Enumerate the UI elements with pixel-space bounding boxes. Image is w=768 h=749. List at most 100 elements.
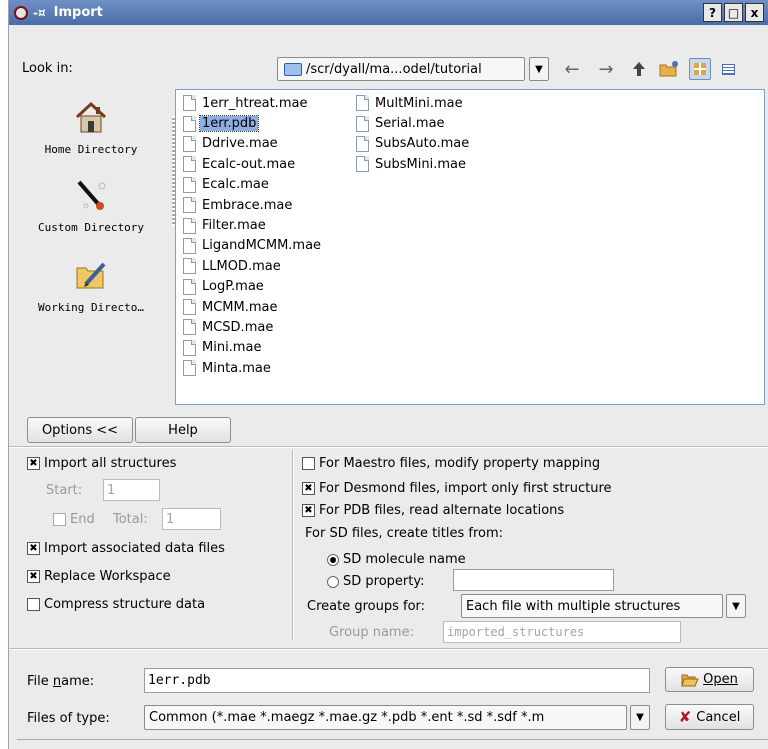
total-label: Total: [113,512,148,527]
file-item[interactable]: MCMM.mae [179,297,323,317]
file-name: MCSD.mae [202,319,274,335]
detail-view-button[interactable] [717,58,739,80]
back-icon[interactable]: ← [560,57,584,81]
file-item[interactable]: 1err.pdb [179,113,323,133]
create-groups-dropdown-button[interactable]: ▼ [726,594,746,618]
end-checkbox[interactable]: End [53,512,95,527]
folder-pen-icon [17,258,165,295]
checkbox-label: For Maestro files, modify property mappi… [319,456,601,471]
sidebar-item-label: Custom Directory [38,221,144,234]
file-item[interactable]: Ddrive.mae [179,134,323,154]
sd-titles-label: For SD files, create titles from: [305,526,504,541]
pdb-alternate-checkbox[interactable]: ✖ For PDB files, read alternate location… [302,503,564,518]
create-groups-combo[interactable]: Each file with multiple structures [461,594,723,618]
checkbox-label: Compress structure data [44,597,206,612]
forward-icon[interactable]: → [594,57,618,81]
create-groups-label: Create groups for: [307,599,426,614]
file-item[interactable]: MultMini.mae [352,93,471,113]
options-button[interactable]: Options << [27,417,133,443]
help-icon[interactable]: ? [703,3,722,22]
file-item[interactable]: LLMOD.mae [179,256,323,276]
divider [9,446,768,448]
sidebar-item-home[interactable]: Home Directory [17,100,165,156]
pin-icon[interactable]: -¤ [33,6,46,20]
checkbox-label: For PDB files, read alternate locations [319,503,565,518]
file-item[interactable]: MCSD.mae [179,317,323,337]
radio-label: SD property: [343,574,425,589]
file-item[interactable]: Filter.mae [179,215,323,235]
file-item[interactable]: Serial.mae [352,113,471,133]
replace-workspace-checkbox[interactable]: ✖ Replace Workspace [27,569,171,584]
import-all-checkbox[interactable]: ✖ Import all structures [27,456,176,471]
checkbox-box [53,513,66,526]
file-name: LogP.mae [202,279,264,295]
icon-view-icon [694,63,706,75]
file-item[interactable]: SubsMini.mae [352,154,471,174]
icon-view-button[interactable] [689,58,711,80]
file-item[interactable]: Mini.mae [179,338,323,358]
checkbox-label: For Desmond files, import only first str… [319,481,612,496]
start-field[interactable]: 1 [103,479,160,501]
file-item[interactable]: Minta.mae [179,358,323,378]
desmond-first-checkbox[interactable]: ✖ For Desmond files, import only first s… [302,481,612,496]
sd-property-radio[interactable]: SD property: [327,574,424,589]
file-item[interactable]: Embrace.mae [179,195,323,215]
file-item[interactable]: LogP.mae [179,277,323,297]
parent-directory-icon[interactable] [627,57,651,81]
compress-checkbox[interactable]: Compress structure data [27,597,205,612]
app-icon [14,5,28,20]
maximize-icon[interactable]: □ [724,3,743,22]
document-icon [356,115,369,132]
file-item[interactable]: 1err_htreat.mae [179,93,323,113]
new-folder-icon[interactable] [657,57,681,81]
document-icon [183,156,196,173]
file-item[interactable]: Ecalc.mae [179,175,323,195]
open-button[interactable]: Open [665,667,754,692]
cancel-icon: ✘ [678,708,692,726]
look-in-dropdown-button[interactable]: ▼ [529,57,549,81]
title-bar[interactable]: -¤ Import ? □ x [9,0,768,25]
close-icon[interactable]: x [745,3,764,22]
filename-input[interactable]: 1err.pdb [144,668,650,693]
sidebar-item-working[interactable]: Working Directo… [17,258,165,314]
status-bar [17,739,768,749]
sidebar-item-custom[interactable]: Custom Directory [17,178,165,234]
sd-molecule-radio[interactable]: SD molecule name [327,552,466,567]
maestro-mapping-checkbox[interactable]: For Maestro files, modify property mappi… [302,456,600,471]
window-title: Import [53,5,103,20]
document-icon [183,319,196,336]
file-item[interactable]: Ecalc-out.mae [179,154,323,174]
divider [292,450,294,640]
total-field[interactable]: 1 [162,508,221,530]
file-name: Ecalc.mae [202,177,269,193]
file-item[interactable]: LigandMCMM.mae [179,236,323,256]
file-name: Filter.mae [202,218,266,234]
document-icon [356,135,369,152]
file-item[interactable]: SubsAuto.mae [352,134,471,154]
detail-view-icon [721,63,735,75]
file-name: Ddrive.mae [202,136,278,152]
filetype-label: Files of type: [27,711,110,726]
file-name: Mini.mae [202,340,262,356]
filename-label: File name: [27,674,95,689]
checkbox-box [27,598,40,611]
radio-circle [327,575,339,588]
sd-property-field[interactable] [453,569,614,591]
filetype-combo[interactable]: Common (*.mae *.maegz *.mae.gz *.pdb *.e… [144,705,627,730]
filetype-dropdown-button[interactable]: ▼ [630,705,650,730]
radio-label: SD molecule name [343,552,466,567]
file-list[interactable]: 1err_htreat.mae 1err.pdb Ddrive.mae Ecalc-o… [175,89,765,405]
help-button[interactable]: Help [135,417,231,443]
group-name-label: Group name: [329,625,414,640]
wand-icon [17,178,165,215]
cancel-button[interactable]: ✘ Cancel [665,704,754,730]
import-associated-checkbox[interactable]: ✖ Import associated data files [27,541,225,556]
look-in-combo[interactable]: /scr/dyall/ma...odel/tutorial [277,57,525,81]
file-name: Embrace.mae [202,197,293,213]
checkbox-label: Replace Workspace [44,569,171,584]
document-icon [183,299,196,316]
document-icon [183,95,196,112]
cancel-label: Cancel [696,709,741,725]
file-name: Serial.mae [375,116,445,132]
group-name-field[interactable]: imported_structures [443,621,681,643]
